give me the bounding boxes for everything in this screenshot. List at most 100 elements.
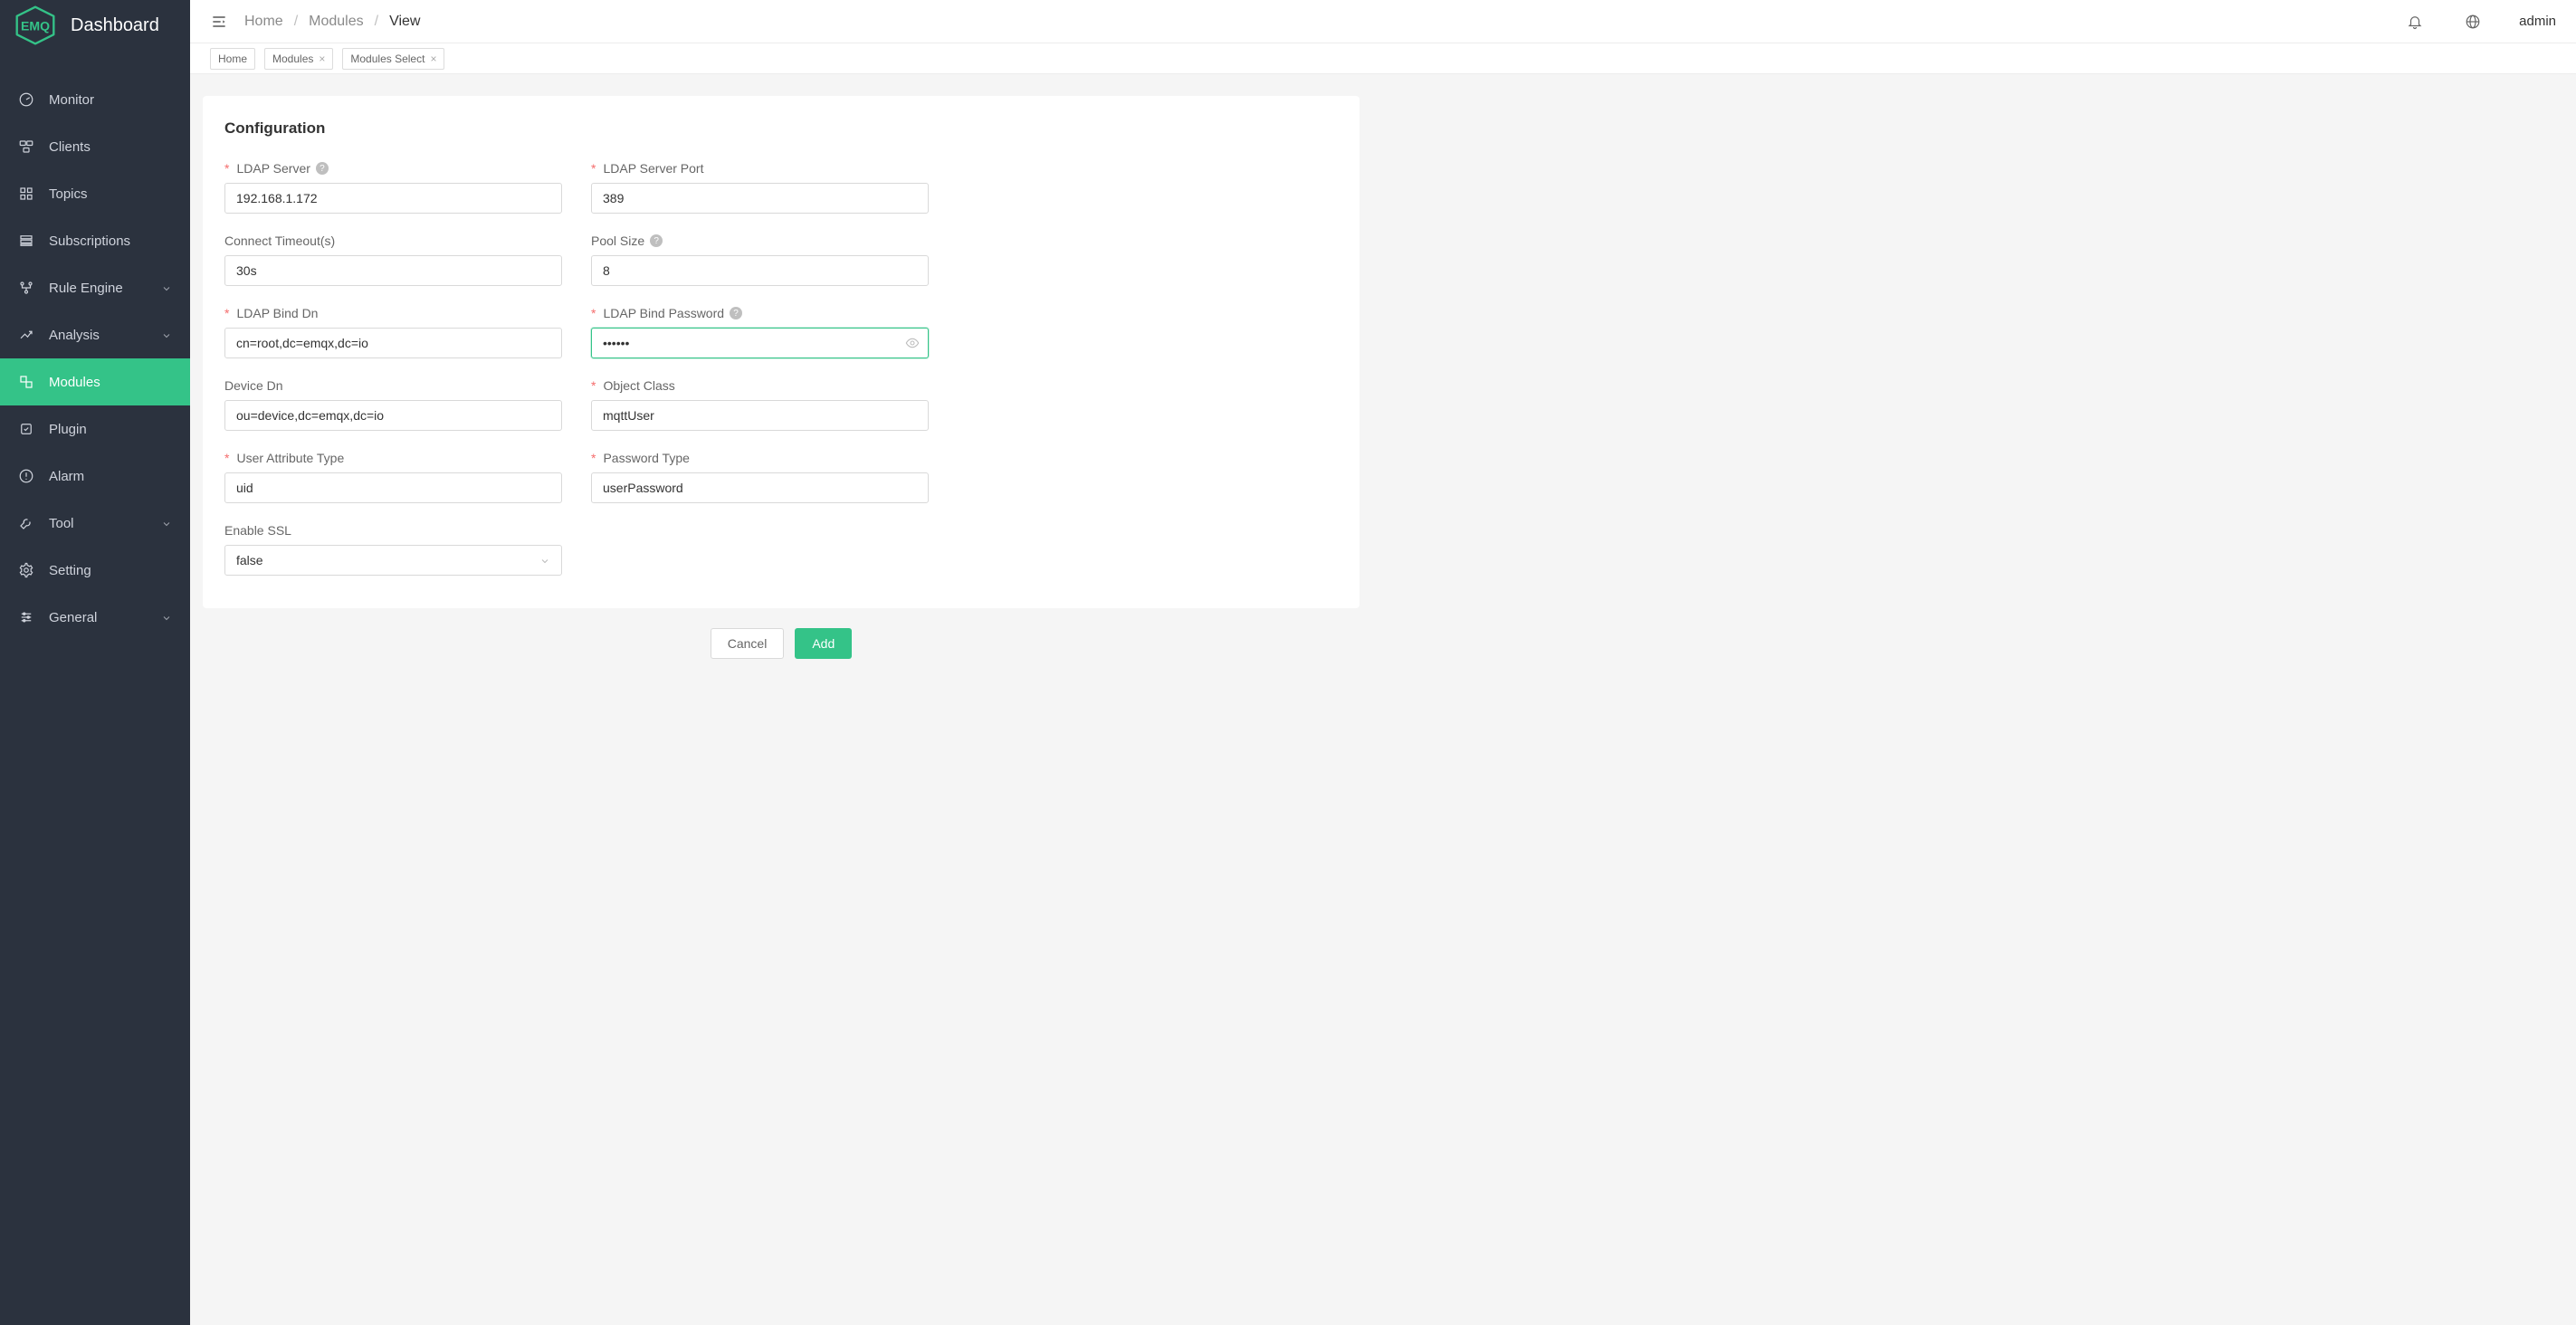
label-object-class: * Object Class	[591, 378, 929, 393]
required-asterisk: *	[224, 306, 229, 320]
sidebar-nav: Monitor Clients Topics Subscriptions Rule En…	[0, 51, 190, 641]
sidebar-item-rule-engine[interactable]: Rule Engine	[0, 264, 190, 311]
setting-icon	[18, 562, 34, 578]
sidebar-item-label: Analysis	[49, 328, 147, 343]
help-icon[interactable]: ?	[316, 162, 329, 175]
required-asterisk: *	[591, 306, 596, 320]
field-object-class: * Object Class	[591, 378, 929, 431]
label-bind-dn: * LDAP Bind Dn	[224, 306, 562, 320]
required-asterisk: *	[591, 161, 596, 176]
gauge-icon	[18, 91, 34, 108]
breadcrumb-view: View	[389, 14, 420, 30]
chevron-down-icon	[539, 555, 550, 566]
breadcrumb-separator: /	[294, 14, 298, 30]
globe-icon[interactable]	[2465, 14, 2481, 30]
field-user-attr-type: * User Attribute Type	[224, 451, 562, 503]
tag-modules-select[interactable]: Modules Select×	[342, 48, 444, 70]
field-bind-dn: * LDAP Bind Dn	[224, 306, 562, 358]
brand[interactable]: EMQ Dashboard	[0, 0, 190, 51]
topics-icon	[18, 186, 34, 202]
close-icon[interactable]: ×	[430, 52, 436, 65]
breadcrumb-modules[interactable]: Modules	[309, 14, 363, 30]
field-connect-timeout: Connect Timeout(s)	[224, 234, 562, 286]
general-icon	[18, 609, 34, 625]
field-enable-ssl: Enable SSL false	[224, 523, 562, 576]
label-password-type: * Password Type	[591, 451, 929, 465]
input-wrap-bind-password	[591, 328, 929, 358]
required-asterisk: *	[591, 451, 596, 465]
sidebar-item-label: Modules	[49, 375, 172, 390]
label-ldap-port: * LDAP Server Port	[591, 161, 929, 176]
help-icon[interactable]: ?	[650, 234, 663, 247]
brand-logo-icon: EMQ	[13, 5, 58, 46]
sidebar-item-label: General	[49, 610, 147, 625]
sidebar-collapse-icon[interactable]	[210, 13, 228, 31]
main: Home/Modules/View admin HomeModules×Modu…	[190, 0, 2576, 1325]
sidebar-item-label: Subscriptions	[49, 234, 172, 249]
sidebar-item-label: Topics	[49, 186, 172, 202]
sidebar-item-label: Rule Engine	[49, 281, 147, 296]
sidebar-item-general[interactable]: General	[0, 594, 190, 641]
breadcrumb: Home / Modules / View	[244, 14, 420, 30]
input-bind-password[interactable]	[591, 328, 929, 358]
bell-icon[interactable]	[2407, 14, 2423, 30]
brand-title: Dashboard	[71, 15, 159, 36]
page-content: Configuration * LDAP Server ? * LDAP Ser…	[190, 74, 2576, 1325]
add-button[interactable]: Add	[795, 628, 852, 659]
label-text: LDAP Server Port	[603, 161, 703, 176]
config-form: * LDAP Server ? * LDAP Server Port	[224, 161, 1338, 576]
sidebar-item-subscriptions[interactable]: Subscriptions	[0, 217, 190, 264]
sidebar-item-label: Alarm	[49, 469, 172, 484]
input-password-type[interactable]	[591, 472, 929, 503]
card-title: Configuration	[224, 119, 1338, 138]
rule-icon	[18, 280, 34, 296]
close-icon[interactable]: ×	[319, 52, 325, 65]
label-text: Device Dn	[224, 378, 283, 393]
label-bind-password: * LDAP Bind Password ?	[591, 306, 929, 320]
sidebar-item-label: Clients	[49, 139, 172, 155]
chevron-down-icon	[161, 518, 172, 529]
cancel-button[interactable]: Cancel	[711, 628, 785, 659]
sidebar-item-modules[interactable]: Modules	[0, 358, 190, 405]
input-device-dn[interactable]	[224, 400, 562, 431]
svg-text:EMQ: EMQ	[21, 18, 50, 33]
input-object-class[interactable]	[591, 400, 929, 431]
select-value: false	[236, 553, 263, 567]
label-enable-ssl: Enable SSL	[224, 523, 562, 538]
tag-label: Modules	[272, 52, 313, 65]
input-bind-dn[interactable]	[224, 328, 562, 358]
tag-home[interactable]: Home	[210, 48, 255, 70]
chevron-down-icon	[161, 329, 172, 340]
tag-modules[interactable]: Modules ×	[264, 48, 333, 70]
modules-icon	[18, 374, 34, 390]
field-ldap-server: * LDAP Server ?	[224, 161, 562, 214]
sidebar-item-setting[interactable]: Setting	[0, 547, 190, 594]
sidebar-item-label: Tool	[49, 516, 147, 531]
help-icon[interactable]: ?	[730, 307, 742, 319]
label-text: Pool Size	[591, 234, 644, 248]
input-user-attr-type[interactable]	[224, 472, 562, 503]
sidebar-item-plugin[interactable]: Plugin	[0, 405, 190, 453]
alarm-icon	[18, 468, 34, 484]
breadcrumb-home[interactable]: Home	[244, 14, 283, 30]
input-pool-size[interactable]	[591, 255, 929, 286]
analysis-icon	[18, 327, 34, 343]
config-card: Configuration * LDAP Server ? * LDAP Ser…	[203, 96, 1360, 608]
sidebar-item-clients[interactable]: Clients	[0, 123, 190, 170]
input-ldap-server[interactable]	[224, 183, 562, 214]
sidebar-item-analysis[interactable]: Analysis	[0, 311, 190, 358]
select-enable-ssl[interactable]: false	[224, 545, 562, 576]
breadcrumb-separator: /	[375, 14, 378, 30]
sidebar-item-tool[interactable]: Tool	[0, 500, 190, 547]
input-connect-timeout[interactable]	[224, 255, 562, 286]
user-menu[interactable]: admin	[2519, 14, 2556, 29]
sidebar-item-monitor[interactable]: Monitor	[0, 76, 190, 123]
plugin-icon	[18, 421, 34, 437]
sidebar-item-topics[interactable]: Topics	[0, 170, 190, 217]
input-ldap-port[interactable]	[591, 183, 929, 214]
tool-icon	[18, 515, 34, 531]
sidebar-item-alarm[interactable]: Alarm	[0, 453, 190, 500]
label-user-attr-type: * User Attribute Type	[224, 451, 562, 465]
sidebar-item-label: Plugin	[49, 422, 172, 437]
eye-icon[interactable]	[905, 336, 920, 350]
